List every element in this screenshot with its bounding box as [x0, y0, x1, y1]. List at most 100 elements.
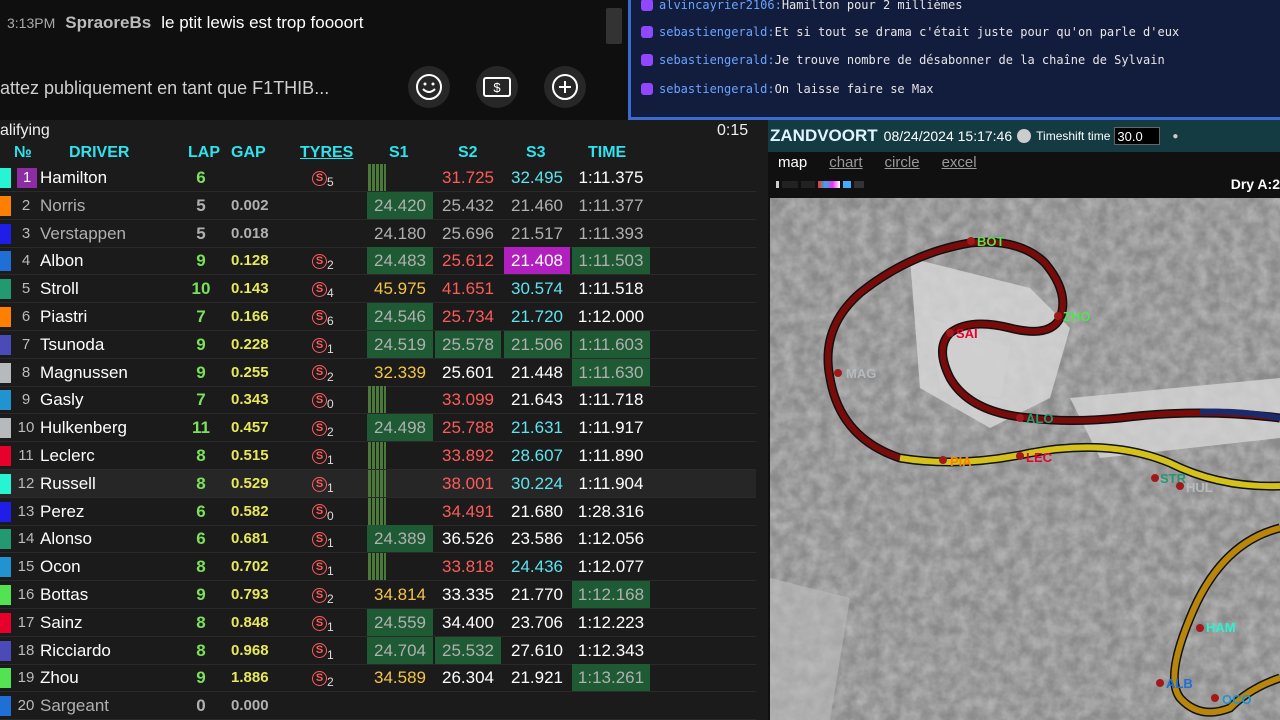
driver-label-hul[interactable]: HUL — [1186, 480, 1213, 495]
soft-tyre-icon: S — [312, 309, 327, 325]
position: 6 — [21, 308, 31, 325]
toolbar-square-icon[interactable] — [843, 181, 851, 188]
table-row[interactable]: 19 Zhou 9 1.886 S 2 34.589 26.304 21.921 1:13.261 — [0, 664, 756, 693]
table-row[interactable]: 20 Sargeant 0 0.000 — [0, 692, 756, 720]
header-s1[interactable]: S1 — [389, 144, 409, 162]
toolbar-swatch-icon[interactable] — [801, 181, 815, 188]
twitch-username[interactable]: sebastiengerald: — [659, 53, 775, 67]
driver-name[interactable]: Sainz — [40, 609, 83, 636]
driver-label-sai[interactable]: SAI — [956, 326, 978, 341]
sector-progress-bar — [368, 442, 386, 469]
header-tyres[interactable]: TYRES — [300, 144, 353, 162]
table-row[interactable]: 8 Magnussen 9 0.255 S 2 32.339 25.601 21.448 1:11… — [0, 358, 756, 387]
tyre-age: 6 — [327, 314, 334, 328]
driver-label-bot[interactable]: BOT — [977, 234, 1005, 249]
driver-label-lec[interactable]: LEC — [1026, 450, 1053, 465]
header-driver[interactable]: DRIVER — [69, 144, 129, 162]
position: 9 — [21, 391, 31, 409]
lap-count: 9 — [196, 362, 206, 382]
toolbar-dot-icon[interactable] — [776, 181, 779, 188]
driver-name[interactable]: Russell — [40, 470, 96, 497]
driver-name[interactable]: Ricciardo — [40, 637, 111, 664]
table-row[interactable]: 15 Ocon 8 0.702 S 1 33.818 24.436 1:12.077 — [0, 553, 756, 582]
driver-label-oco[interactable]: OCO — [1222, 692, 1252, 707]
twitch-username[interactable]: sebastiengerald: — [659, 25, 775, 39]
track-map[interactable]: BOT ZHO SAI MAG ALO PIA LEC STR HUL HAM … — [770, 198, 1280, 720]
driver-name[interactable]: Magnussen — [40, 359, 128, 386]
driver-name[interactable]: Alonso — [40, 525, 92, 552]
table-row[interactable]: 18 Ricciardo 8 0.968 S 1 24.704 25.532 27.610 1:1… — [0, 636, 756, 665]
driver-label-mag[interactable]: MAG — [846, 366, 876, 381]
lap-time: 1:11.393 — [578, 223, 644, 243]
lap-time: 1:13.261 — [572, 664, 650, 692]
table-row[interactable]: 16 Bottas 9 0.793 S 2 34.814 33.335 21.770 1:12.1… — [0, 581, 756, 609]
add-button[interactable] — [544, 66, 586, 108]
driver-label-pia[interactable]: PIA — [950, 454, 972, 469]
driver-label-ham[interactable]: HAM — [1206, 620, 1236, 635]
table-row[interactable]: 17 Sainz 8 0.848 S 1 24.559 34.400 23.706 1:12.22… — [0, 608, 756, 637]
table-row[interactable]: 11 Leclerc 8 0.515 S 1 33.892 28.607 1:11.890 — [0, 442, 756, 470]
tyre-age: 1 — [327, 480, 334, 495]
tab-excel[interactable]: excel — [942, 154, 977, 171]
table-row[interactable]: 1 Hamilton 6 S 5 31.725 32.495 1:11.375 — [0, 164, 756, 192]
header-gap[interactable]: GAP — [231, 144, 266, 162]
driver-name[interactable]: Hamilton — [40, 164, 107, 191]
color-palette-icon[interactable] — [818, 181, 840, 188]
header-s3[interactable]: S3 — [526, 144, 546, 162]
session-clock: 0:15 — [717, 122, 749, 139]
twitch-username[interactable]: alvincayrier2106: — [659, 0, 782, 12]
toolbar-swatch-icon[interactable] — [782, 181, 798, 188]
driver-name[interactable]: Zhou — [40, 664, 79, 691]
twitch-username[interactable]: sebastiengerald: — [659, 82, 775, 96]
driver-name[interactable]: Leclerc — [40, 442, 95, 469]
table-row[interactable]: 7 Tsunoda 9 0.228 S 1 24.519 25.578 21.506 1:11.6… — [0, 330, 756, 359]
table-row[interactable]: 10 Hulkenberg 11 0.457 S 2 24.498 25.788 21.631 1… — [0, 414, 756, 443]
driver-name[interactable]: Hulkenberg — [40, 414, 127, 441]
header-s2[interactable]: S2 — [458, 144, 478, 162]
table-row[interactable]: 2 Norris 5 0.002 24.420 25.432 21.460 1:11.377 — [0, 191, 756, 220]
chat-input[interactable]: attez publiquement en tant que F1THIB... — [0, 64, 400, 112]
table-row[interactable]: 4 Albon 9 0.128 S 2 24.483 25.612 21.408 1:11.503 — [0, 247, 756, 276]
tyre-age: 2 — [327, 425, 334, 440]
emoji-button[interactable] — [408, 66, 450, 108]
dot-icon: ● — [1172, 130, 1179, 142]
soft-tyre-icon: S — [312, 476, 327, 492]
driver-name[interactable]: Albon — [40, 247, 83, 274]
driver-name[interactable]: Gasly — [40, 386, 83, 413]
driver-name[interactable]: Sargeant — [40, 692, 109, 719]
chat-username[interactable]: SpraoreBs — [65, 13, 151, 33]
driver-name[interactable]: Perez — [40, 498, 84, 525]
lap-time: 1:11.603 — [572, 330, 650, 358]
soft-tyre-icon: S — [312, 365, 327, 381]
table-row[interactable]: 5 Stroll 10 0.143 S 4 45.975 41.651 30.574 1:11.5… — [0, 275, 756, 304]
header-time[interactable]: TIME — [588, 144, 626, 162]
table-row[interactable]: 12 Russell 8 0.529 S 1 38.001 30.224 1:11.904 — [0, 469, 756, 498]
toolbar-line-icon[interactable] — [854, 181, 864, 188]
chat-scrollbar[interactable] — [606, 8, 622, 44]
table-row[interactable]: 3 Verstappen 5 0.018 24.180 25.696 21.517 1:11.… — [0, 220, 756, 248]
driver-name[interactable]: Norris — [40, 192, 85, 219]
table-row[interactable]: 9 Gasly 7 0.343 S 0 33.099 21.643 1:11.718 — [0, 386, 756, 415]
table-row[interactable]: 6 Piastri 7 0.166 S 6 24.546 25.734 21.720 1:12.0… — [0, 303, 756, 331]
super-chat-button[interactable]: $ — [476, 66, 518, 108]
driver-label-alo[interactable]: ALO — [1026, 411, 1053, 426]
driver-label-zho[interactable]: ZHO — [1063, 309, 1090, 324]
driver-name[interactable]: Verstappen — [40, 220, 126, 247]
table-row[interactable]: 13 Perez 6 0.582 S 0 34.491 21.680 1:28.316 — [0, 497, 756, 526]
driver-name[interactable]: Piastri — [40, 303, 87, 330]
driver-name[interactable]: Ocon — [40, 553, 81, 580]
lap-count: 8 — [196, 473, 206, 493]
driver-name[interactable]: Stroll — [40, 275, 79, 302]
tyre-age: 2 — [327, 592, 334, 606]
driver-name[interactable]: Bottas — [40, 581, 88, 608]
timeshift-input[interactable] — [1114, 127, 1161, 145]
header-lap[interactable]: LAP — [188, 144, 220, 162]
sector3-time: 21.408 — [504, 247, 570, 275]
driver-label-alb[interactable]: ALB — [1166, 676, 1193, 691]
table-row[interactable]: 14 Alonso 6 0.681 S 1 24.389 36.526 23.586 1:12.0… — [0, 525, 756, 554]
tab-chart[interactable]: chart — [829, 154, 862, 171]
sector2-time: 25.734 — [442, 307, 494, 326]
driver-name[interactable]: Tsunoda — [40, 331, 104, 358]
tab-map[interactable]: map — [778, 154, 807, 171]
tab-circle[interactable]: circle — [885, 154, 920, 171]
